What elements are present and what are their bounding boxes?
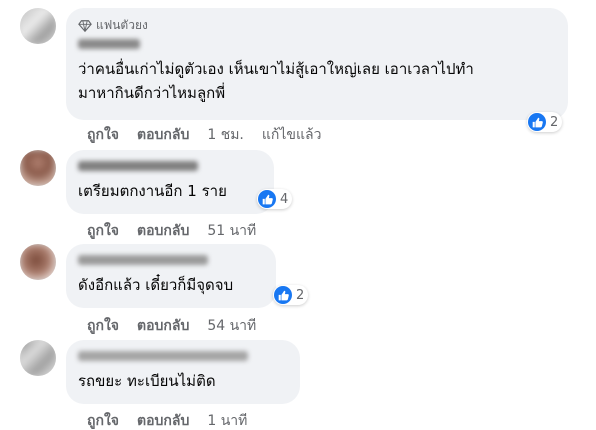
reaction-summary[interactable]: 2 — [273, 285, 309, 305]
reaction-summary[interactable]: 2 — [527, 112, 563, 132]
comment-timestamp[interactable]: 51 นาที — [207, 220, 256, 242]
comment-text: ว่าคนอื่นเก่าไม่ดูตัวเอง เห็นเขาไม่สู้เอ… — [78, 57, 556, 105]
comment-text-line: ว่าคนอื่นเก่าไม่ดูตัวเอง เห็นเขาไม่สู้เอ… — [78, 60, 474, 78]
comment-text-line: ดังอีกแล้ว เดี๋ยวก็มีจุดจบ — [78, 276, 234, 294]
reply-button[interactable]: ตอบกลับ — [137, 124, 189, 146]
avatar[interactable] — [20, 340, 56, 376]
like-button[interactable]: ถูกใจ — [87, 220, 119, 242]
avatar[interactable] — [20, 150, 56, 186]
comment-timestamp[interactable]: 54 นาที — [207, 315, 256, 337]
commenter-name[interactable] — [78, 161, 198, 171]
comment-actions: ถูกใจ ตอบกลับ 1 นาที — [87, 410, 247, 430]
comment-text-line: รถขยะ ทะเบียนไม่ติด — [78, 372, 216, 390]
edited-label[interactable]: แก้ไขแล้ว — [262, 124, 322, 146]
avatar[interactable] — [20, 8, 56, 44]
comment-actions: ถูกใจ ตอบกลับ 54 นาที — [87, 315, 256, 337]
comment-actions: ถูกใจ ตอบกลับ 51 นาที — [87, 220, 256, 242]
like-button[interactable]: ถูกใจ — [87, 315, 119, 337]
comment-text: รถขยะ ทะเบียนไม่ติด — [78, 369, 288, 393]
like-reaction-icon — [258, 190, 276, 208]
commenter-name[interactable] — [78, 351, 248, 361]
commenter-name[interactable] — [78, 39, 140, 49]
like-button[interactable]: ถูกใจ — [87, 124, 119, 146]
reply-button[interactable]: ตอบกลับ — [137, 220, 189, 242]
fan-badge: แฟนตัวยง — [78, 16, 556, 35]
comment-bubble: รถขยะ ทะเบียนไม่ติด — [66, 340, 300, 404]
like-reaction-icon — [274, 286, 292, 304]
like-reaction-icon — [528, 113, 546, 131]
comment-bubble: ดังอีกแล้ว เดี๋ยวก็มีจุดจบ — [66, 244, 276, 308]
comment-text-line: มาหากินดีกว่าไหมลูกพี่ — [78, 84, 226, 102]
reply-button[interactable]: ตอบกลับ — [137, 410, 189, 430]
reply-button[interactable]: ตอบกลับ — [137, 315, 189, 337]
comment-timestamp[interactable]: 1 ชม. — [207, 124, 244, 146]
comment-text-line: เตรียมตกงานอีก 1 ราย — [78, 182, 227, 200]
fan-badge-label: แฟนตัวยง — [96, 18, 148, 32]
reaction-count: 2 — [296, 287, 305, 303]
comment-timestamp[interactable]: 1 นาที — [207, 410, 247, 430]
reaction-count: 2 — [550, 114, 559, 130]
commenter-name[interactable] — [78, 255, 208, 265]
like-button[interactable]: ถูกใจ — [87, 410, 119, 430]
comment-actions: ถูกใจ ตอบกลับ 1 ชม. แก้ไขแล้ว — [87, 124, 321, 146]
comment-bubble: เตรียมตกงานอีก 1 ราย — [66, 150, 274, 214]
reaction-count: 4 — [280, 191, 289, 207]
avatar[interactable] — [20, 244, 56, 280]
comment-text: เตรียมตกงานอีก 1 ราย — [78, 179, 262, 203]
diamond-badge-icon — [78, 19, 92, 32]
reaction-summary[interactable]: 4 — [257, 189, 293, 209]
comment-bubble: แฟนตัวยง ว่าคนอื่นเก่าไม่ดูตัวเอง เห็นเข… — [66, 8, 568, 120]
comment-text: ดังอีกแล้ว เดี๋ยวก็มีจุดจบ — [78, 273, 264, 297]
